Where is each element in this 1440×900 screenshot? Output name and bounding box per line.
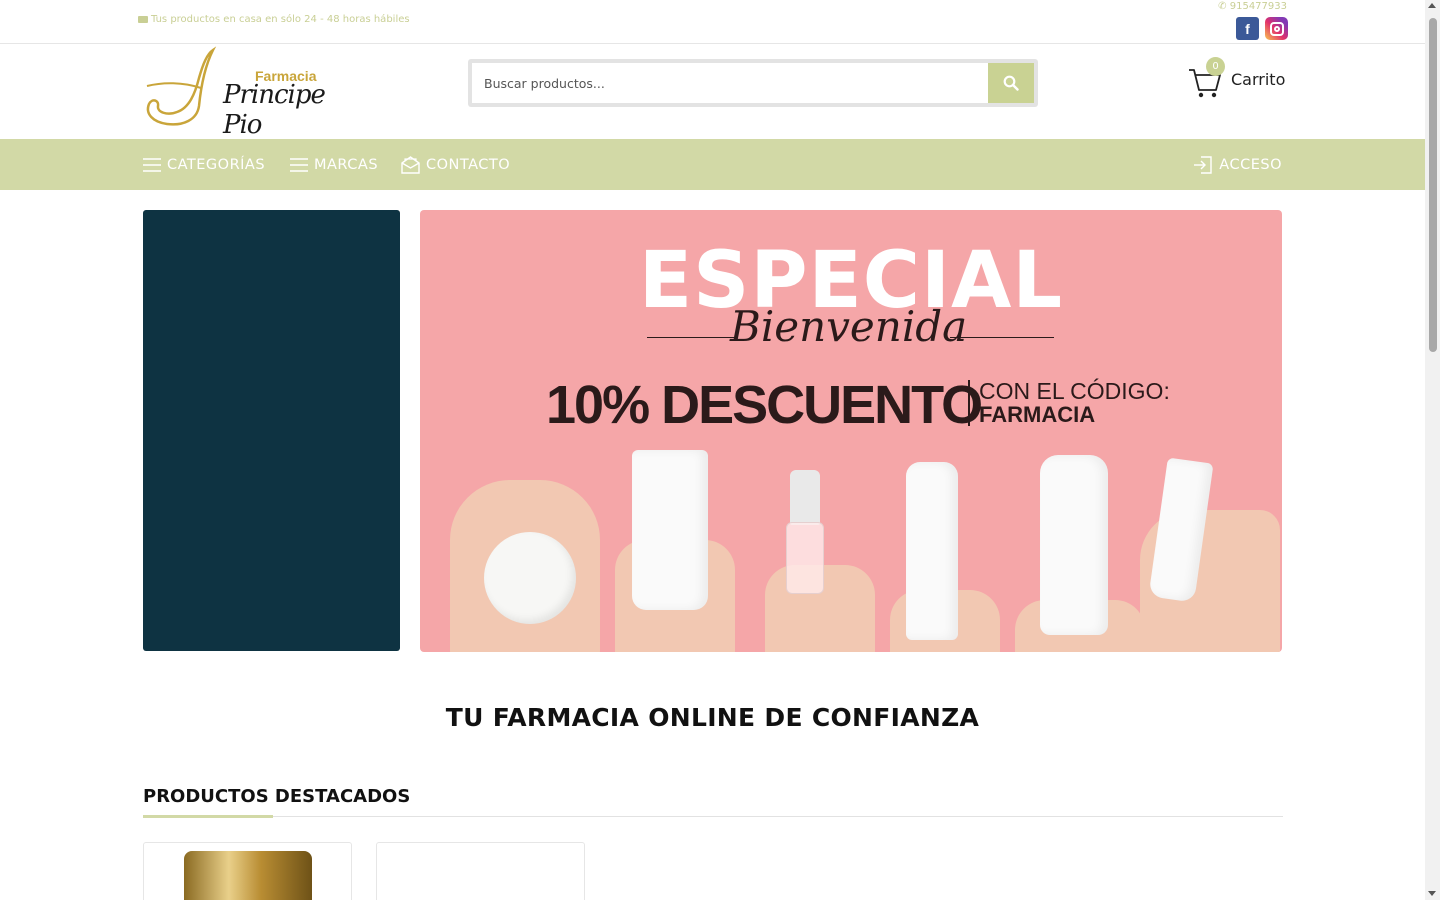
search-input[interactable] <box>472 63 988 103</box>
phone-text: 915477933 <box>1229 1 1287 12</box>
dropper-bottle-image <box>786 522 824 594</box>
phone-icon: ✆ <box>1218 1 1227 12</box>
section-accent-bar <box>143 815 273 818</box>
section-divider <box>143 816 1283 817</box>
login-icon <box>1194 155 1212 174</box>
scroll-down-arrow-icon[interactable] <box>1428 891 1436 896</box>
promo-code: FARMACIA <box>979 402 1096 427</box>
page-tagline: TU FARMACIA ONLINE DE CONFIANZA <box>445 703 980 732</box>
page-scrollbar[interactable] <box>1425 0 1440 900</box>
featured-products-heading: PRODUCTOS DESTACADOS <box>143 786 411 807</box>
nav-brands-label: MARCAS <box>314 156 379 173</box>
dropper-cap-image <box>790 470 820 525</box>
side-banner[interactable] <box>143 210 400 651</box>
foam-bottle-image <box>906 462 958 640</box>
scroll-thumb[interactable] <box>1429 18 1437 352</box>
logo-name-text: Principe Pio <box>223 80 326 140</box>
product-card[interactable] <box>143 842 352 900</box>
nav-categories[interactable]: CATEGORÍAS <box>143 139 265 190</box>
nav-login[interactable]: ACCESO <box>1193 139 1282 190</box>
search-bar <box>468 59 1038 107</box>
social-links: f <box>1236 17 1288 40</box>
promo-banner[interactable]: ESPECIAL Bienvenida 10% DESCUENTO CON EL… <box>420 210 1282 652</box>
nav-login-label: ACCESO <box>1219 156 1282 173</box>
scroll-up-arrow-icon[interactable] <box>1428 3 1436 8</box>
nav-brands[interactable]: MARCAS <box>290 139 378 190</box>
top-bar: Tus productos en casa en sólo 24 - 48 ho… <box>0 0 1425 44</box>
instagram-icon[interactable] <box>1265 17 1288 40</box>
promo-code-label: CON EL CÓDIGO: <box>979 378 1170 404</box>
promo-discount: 10% DESCUENTO <box>546 375 983 435</box>
cart-icon: 0 <box>1187 57 1225 98</box>
truck-icon <box>138 16 148 23</box>
tube-product-image <box>632 450 708 610</box>
product-card[interactable] <box>376 842 585 900</box>
phone-number[interactable]: ✆ 915477933 <box>1218 1 1287 12</box>
nav-contact[interactable]: CONTACTO <box>401 139 510 190</box>
promo-line-left <box>647 337 737 338</box>
cotton-pad-image <box>484 532 576 624</box>
pump-bottle-image <box>1040 455 1108 635</box>
shipping-info: Tus productos en casa en sólo 24 - 48 ho… <box>138 14 410 25</box>
nav-contact-label: CONTACTO <box>426 156 511 173</box>
envelope-icon <box>401 155 420 174</box>
search-button[interactable] <box>988 63 1034 103</box>
promo-divider <box>968 380 970 426</box>
cart-count-badge: 0 <box>1206 57 1225 76</box>
search-icon <box>1003 75 1019 91</box>
menu-icon <box>290 157 308 172</box>
promo-line-right <box>950 337 1054 338</box>
cart-button[interactable]: 0 Carrito <box>1187 57 1286 98</box>
promo-subtitle: Bienvenida <box>730 302 968 351</box>
main-nav: CATEGORÍAS MARCAS CONTACTO ACCESO <box>0 139 1425 190</box>
facebook-icon[interactable]: f <box>1236 17 1259 40</box>
site-logo[interactable]: Farmacia Principe Pio <box>143 46 368 140</box>
logo-mark <box>146 46 217 126</box>
nav-categories-label: CATEGORÍAS <box>167 156 266 173</box>
menu-icon <box>143 157 161 172</box>
shipping-text: Tus productos en casa en sólo 24 - 48 ho… <box>151 14 410 25</box>
product-image <box>184 851 312 900</box>
cart-label: Carrito <box>1231 69 1286 89</box>
